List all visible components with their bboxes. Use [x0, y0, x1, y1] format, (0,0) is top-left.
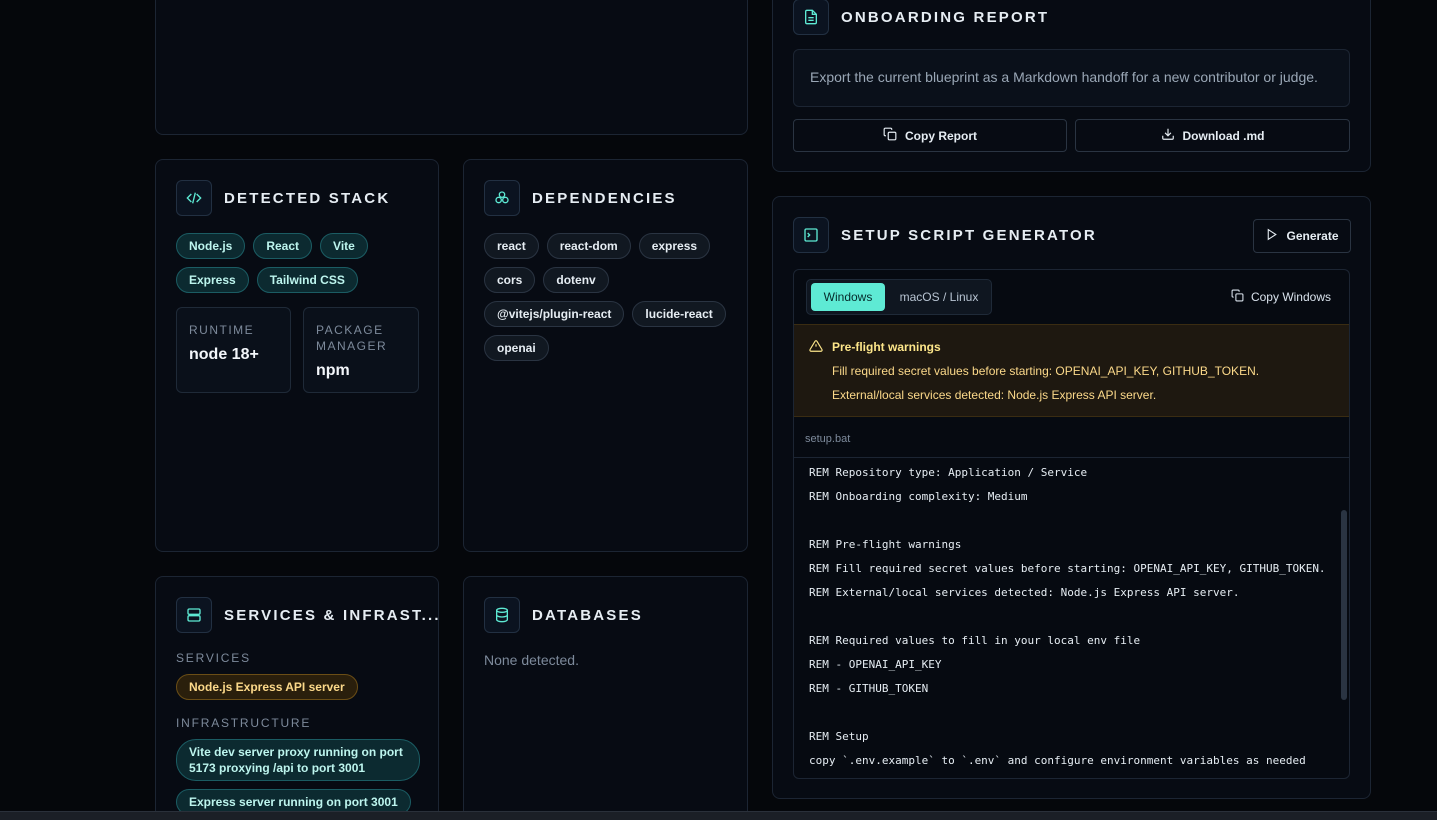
stack-chip: Tailwind CSS [256, 267, 358, 293]
dependencies-title: DEPENDENCIES [532, 189, 677, 207]
stack-chip: React [253, 233, 313, 259]
copy-icon [883, 127, 897, 144]
code-icon [176, 180, 212, 216]
script-line: REM Fill required secret values before s… [809, 562, 1326, 575]
warning-item: External/local services detected: Node.j… [832, 388, 1157, 402]
package-manager-value: npm [316, 362, 350, 379]
package-manager-stat: PACKAGE MANAGER npm [303, 307, 419, 393]
generate-button[interactable]: Generate [1253, 219, 1351, 253]
stack-title: DETECTED STACK [224, 189, 391, 207]
dependency-chip: openai [484, 335, 549, 361]
runtime-label: RUNTIME [189, 323, 255, 337]
tab-windows-label: Windows [823, 290, 873, 304]
bottom-strip [0, 811, 1437, 820]
infra-list: Vite dev server proxy running on port 51… [176, 739, 420, 815]
download-md-label: Download .md [1182, 128, 1265, 143]
top-left-card [155, 0, 748, 135]
copy-icon [1231, 289, 1244, 305]
stack-chip: Vite [320, 233, 368, 259]
dependency-chip: react [484, 233, 539, 259]
runtime-value: node 18+ [189, 346, 259, 363]
download-md-button[interactable]: Download .md [1075, 119, 1350, 152]
databases-title: DATABASES [532, 606, 643, 624]
infra-chip: Vite dev server proxy running on port 51… [176, 739, 420, 781]
generate-label: Generate [1286, 229, 1339, 243]
copy-report-button[interactable]: Copy Report [793, 119, 1067, 152]
script-line: REM Repository type: Application / Servi… [809, 466, 1088, 479]
package-manager-label: PACKAGE MANAGER [316, 323, 388, 353]
script-line: REM External/local services detected: No… [809, 586, 1240, 599]
script-filename: setup.bat [805, 433, 851, 445]
script-line: REM Onboarding complexity: Medium [809, 490, 1028, 503]
warning-icon [809, 339, 823, 358]
play-icon [1265, 228, 1278, 244]
download-icon [1161, 127, 1175, 144]
dependency-chip: lucide-react [632, 301, 726, 327]
server-icon [176, 597, 212, 633]
report-description: Export the current blueprint as a Markdo… [810, 69, 1318, 85]
detected-stack-card: DETECTED STACK Node.js React Vite Expres… [155, 159, 439, 552]
warnings-title: Pre-flight warnings [832, 340, 941, 354]
tab-macos-linux-label: macOS / Linux [899, 290, 979, 304]
script-line: REM - OPENAI_API_KEY [809, 658, 942, 671]
divider [794, 457, 1349, 458]
copy-report-label: Copy Report [905, 128, 977, 143]
report-title: ONBOARDING REPORT [841, 8, 1050, 26]
dependency-chip: react-dom [546, 233, 631, 259]
copy-windows-button[interactable]: Copy Windows [1231, 289, 1331, 305]
script-line: copy `.env.example` to `.env` and config… [809, 754, 1306, 767]
report-description-box: Export the current blueprint as a Markdo… [793, 49, 1350, 107]
service-chip: Node.js Express API server [176, 674, 358, 700]
dependencies-card: DEPENDENCIES react react-dom express cor… [463, 159, 748, 552]
dependency-chip: dotenv [543, 267, 609, 293]
script-line: REM Pre-flight warnings [809, 538, 962, 551]
setup-script-card: SETUP SCRIPT GENERATOR Generate Windows … [772, 196, 1371, 799]
preflight-warnings: Pre-flight warnings Fill required secret… [794, 324, 1349, 417]
dependency-chip: cors [484, 267, 536, 293]
script-line: REM Setup [809, 730, 869, 743]
stack-chip: Express [176, 267, 249, 293]
stack-chip: Node.js [176, 233, 246, 259]
terminal-icon [793, 217, 829, 253]
os-tabs: Windows macOS / Linux [806, 279, 992, 315]
services-card: SERVICES & INFRAST... SERVICES Node.js E… [155, 576, 439, 820]
databases-card: DATABASES None detected. [463, 576, 748, 820]
tab-windows[interactable]: Windows [811, 283, 885, 311]
runtime-stat: RUNTIME node 18+ [176, 307, 291, 393]
dependency-chip: express [638, 233, 711, 259]
script-scrollbar[interactable] [1341, 510, 1347, 700]
script-content: REM Repository type: Application / Servi… [809, 460, 1334, 778]
databases-empty: None detected. [484, 652, 579, 668]
services-title: SERVICES & INFRAST... [224, 606, 441, 624]
script-line: REM - GITHUB_TOKEN [809, 682, 929, 695]
warning-item: Fill required secret values before start… [832, 364, 1260, 378]
services-label: SERVICES [176, 651, 251, 665]
onboarding-report-card: ONBOARDING REPORT Export the current blu… [772, 0, 1371, 172]
copy-windows-label: Copy Windows [1250, 290, 1331, 304]
packages-icon [484, 180, 520, 216]
setup-title: SETUP SCRIPT GENERATOR [841, 226, 1097, 244]
database-icon [484, 597, 520, 633]
script-panel: Windows macOS / Linux Copy Windows Pre-f… [793, 269, 1350, 779]
script-line: REM Required values to fill in your loca… [809, 634, 1141, 647]
tab-macos-linux[interactable]: macOS / Linux [889, 283, 989, 311]
document-icon [793, 0, 829, 35]
dependency-chip: @vitejs/plugin-react [484, 301, 625, 327]
infrastructure-label: INFRASTRUCTURE [176, 716, 312, 730]
